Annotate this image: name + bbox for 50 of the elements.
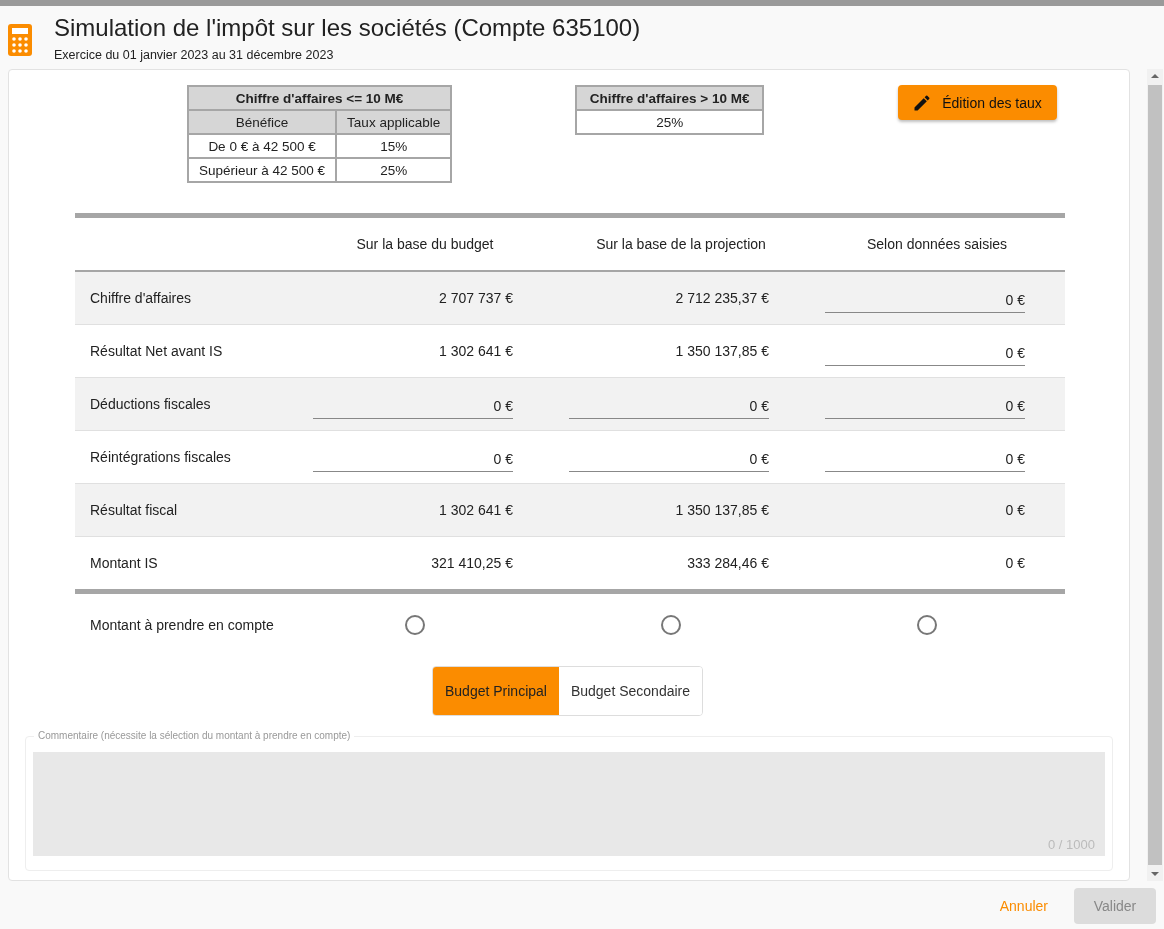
amount-input[interactable]: 0 €: [825, 336, 1025, 366]
table-cell-text: 2 712 235,37 €: [674, 290, 770, 306]
column-header: Bénéfice: [188, 110, 337, 134]
amount-input[interactable]: 0 €: [825, 389, 1025, 419]
column-header: Sur la base de la projection: [595, 236, 767, 252]
amount-input[interactable]: 0 €: [825, 283, 1025, 313]
table-cell: 15%: [336, 134, 452, 158]
column-header: Selon données saisies: [865, 236, 1009, 252]
row-label: Résultat Net avant IS: [89, 343, 224, 359]
table-cell: 25%: [336, 158, 452, 182]
table-cell-text: 2 707 737 €: [438, 290, 514, 306]
budget-toggle[interactable]: Budget Principal: [432, 667, 559, 715]
table-cell: De 0 € à 42 500 €: [188, 134, 337, 158]
scroll-down-icon[interactable]: [1151, 872, 1159, 876]
table-cell: Supérieur à 42 500 €: [188, 158, 337, 182]
row-label: Montant IS: [89, 555, 159, 571]
table-cell-text: 1 350 137,85 €: [674, 343, 770, 359]
row-label: Montant à prendre en compte: [89, 617, 275, 633]
amount-input[interactable]: 0 €: [825, 442, 1025, 472]
row-label: Réintégrations fiscales: [89, 449, 232, 465]
row-label: Résultat fiscal: [89, 502, 179, 518]
table-cell-text: 0 €: [1004, 502, 1026, 518]
amount-input[interactable]: 0 €: [569, 389, 769, 419]
radio-button[interactable]: [405, 615, 425, 635]
table-cell-text: 321 410,25 €: [430, 555, 514, 571]
scrollbar-thumb[interactable]: [1148, 85, 1162, 865]
column-header: Taux applicable: [336, 110, 452, 134]
amount-input[interactable]: 0 €: [313, 442, 513, 472]
table-cell-text: 1 302 641 €: [438, 502, 514, 518]
fiscal-period: Exercice du 01 janvier 2023 au 31 décembre 2023: [54, 48, 335, 62]
dialog-title: Simulation de l'impôt sur les sociétés (Compte 635100): [54, 14, 641, 42]
scroll-up-icon[interactable]: [1151, 74, 1159, 78]
comment-label: Commentaire (nécessite la sélection du montant à prendre en compte): [34, 730, 355, 741]
table-header: Chiffre d'affaires > 10 M€: [576, 86, 764, 110]
table-cell-text: 333 284,46 €: [686, 555, 770, 571]
column-header: Sur la base du budget: [355, 236, 495, 252]
row-label: Déductions fiscales: [89, 396, 212, 412]
edit-rates-button[interactable]: Édition des taux: [898, 85, 1058, 120]
row-label: Chiffre d'affaires: [89, 290, 192, 306]
radio-button[interactable]: [661, 615, 681, 635]
table-cell: 25%: [576, 110, 764, 134]
table-cell-text: 1 302 641 €: [438, 343, 514, 359]
calculator-icon: [8, 24, 32, 56]
amount-input[interactable]: 0 €: [313, 389, 513, 419]
radio-button[interactable]: [917, 615, 937, 635]
table-cell-text: 0 €: [1004, 555, 1026, 571]
table-cell-text: 1 350 137,85 €: [674, 502, 770, 518]
amount-input[interactable]: 0 €: [569, 442, 769, 472]
table-header: Chiffre d'affaires <= 10 M€: [188, 86, 452, 110]
scrollbar[interactable]: [1147, 69, 1163, 881]
